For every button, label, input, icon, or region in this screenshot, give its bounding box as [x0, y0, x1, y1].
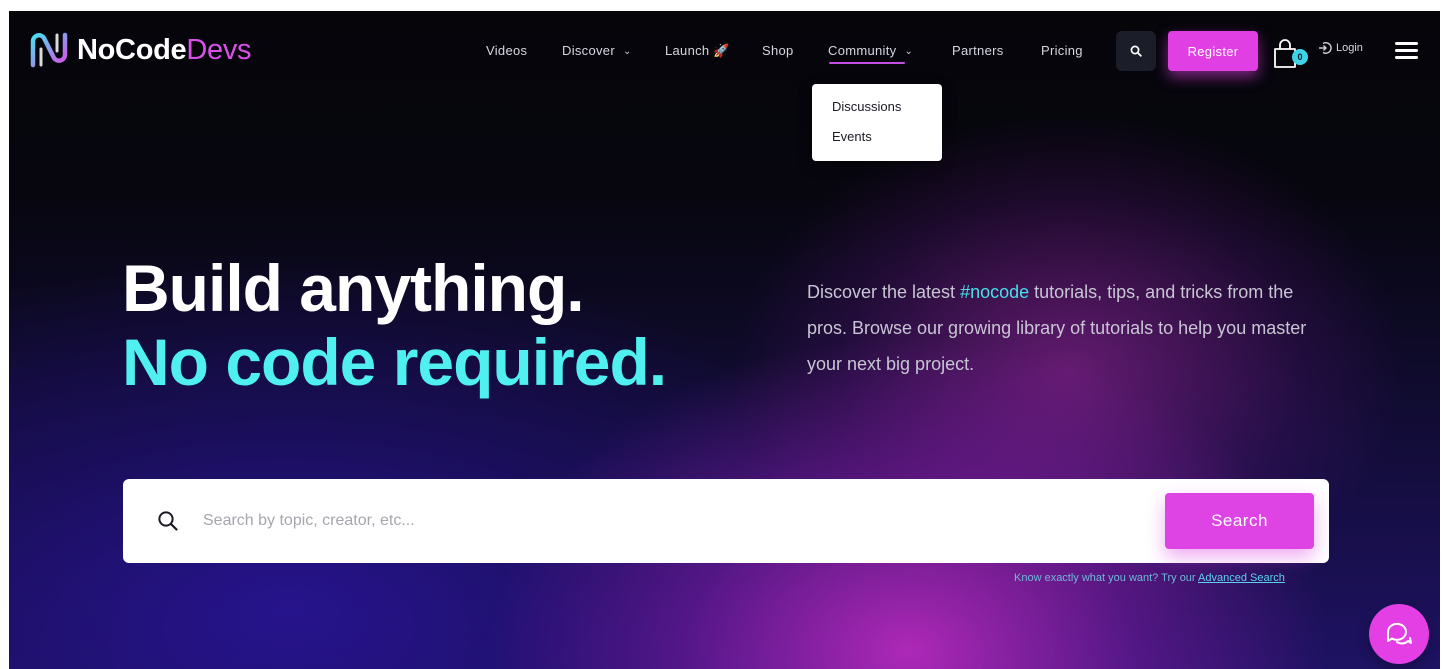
- hero-headline-line1: Build anything.: [122, 251, 585, 325]
- nav-item-community[interactable]: Community ⌄: [828, 40, 913, 64]
- logo-mark-icon: [30, 32, 68, 68]
- brand-name-accent: Devs: [186, 33, 252, 66]
- search-input[interactable]: [203, 501, 1083, 541]
- brand-name-main: NoCode: [77, 33, 187, 66]
- dropdown-item-events[interactable]: Events: [832, 122, 922, 152]
- advanced-search-hint-text: Know exactly what you want? Try our: [1014, 572, 1199, 584]
- nav-item-shop-label: Shop: [762, 43, 794, 58]
- header-search-button[interactable]: [1116, 31, 1156, 71]
- hamburger-bar: [1395, 49, 1418, 52]
- nav-item-launch-label: Launch 🚀: [665, 43, 730, 58]
- nav-item-partners[interactable]: Partners: [952, 40, 1004, 62]
- hamburger-bar: [1395, 42, 1418, 45]
- brand-name: NoCodeDevs: [77, 33, 252, 67]
- page-frame: NoCodeDevs Videos Discover ⌄ Launch 🚀 Sho…: [9, 11, 1440, 669]
- nav-item-videos-label: Videos: [486, 43, 528, 58]
- hamburger-icon[interactable]: [1395, 42, 1419, 60]
- advanced-search-link[interactable]: Advanced Search: [1198, 572, 1285, 584]
- search-icon: [1130, 45, 1142, 57]
- chevron-down-icon: ⌄: [622, 46, 632, 57]
- chat-widget-button[interactable]: [1369, 604, 1429, 664]
- nav-item-community-label: Community: [828, 43, 897, 58]
- nav-item-discover[interactable]: Discover ⌄: [562, 40, 632, 64]
- advanced-search-hint: Know exactly what you want? Try our Adva…: [1014, 572, 1285, 584]
- hero-desc-start: Discover the latest: [807, 282, 961, 302]
- login-label: Login: [1336, 42, 1363, 54]
- nav-item-shop[interactable]: Shop: [762, 40, 794, 62]
- nav-item-discover-label: Discover: [562, 43, 615, 58]
- hero-description: Discover the latest #nocode tutorials, t…: [807, 274, 1337, 382]
- dropdown-item-discussions[interactable]: Discussions: [832, 92, 922, 122]
- active-nav-underline: [829, 62, 905, 64]
- chevron-down-icon: ⌄: [904, 46, 914, 57]
- chat-bubbles-icon: [1386, 622, 1412, 645]
- nav-item-launch[interactable]: Launch 🚀: [665, 40, 730, 62]
- hamburger-bar: [1395, 56, 1418, 59]
- nav-item-partners-label: Partners: [952, 43, 1004, 58]
- nav-item-videos[interactable]: Videos: [486, 40, 527, 62]
- register-button[interactable]: Register: [1168, 31, 1258, 71]
- login-link[interactable]: Login: [1318, 41, 1363, 55]
- hero-desc-hashtag: #nocode: [960, 282, 1030, 302]
- hero-headline: Build anything. No code required.: [122, 251, 667, 399]
- brand-logo[interactable]: NoCodeDevs: [29, 31, 252, 69]
- community-dropdown-menu: Discussions Events: [812, 84, 942, 161]
- cart-count-badge: 0: [1292, 49, 1308, 65]
- nav-item-pricing[interactable]: Pricing: [1041, 40, 1083, 62]
- hero-search-bar: Search: [123, 479, 1329, 563]
- search-icon: [158, 511, 178, 531]
- site-header: NoCodeDevs Videos Discover ⌄ Launch 🚀 Sho…: [9, 11, 1440, 91]
- search-submit-button[interactable]: Search: [1165, 493, 1314, 549]
- nav-item-pricing-label: Pricing: [1041, 43, 1083, 58]
- hero-headline-line2: No code required.: [122, 325, 667, 399]
- login-icon: [1319, 42, 1332, 54]
